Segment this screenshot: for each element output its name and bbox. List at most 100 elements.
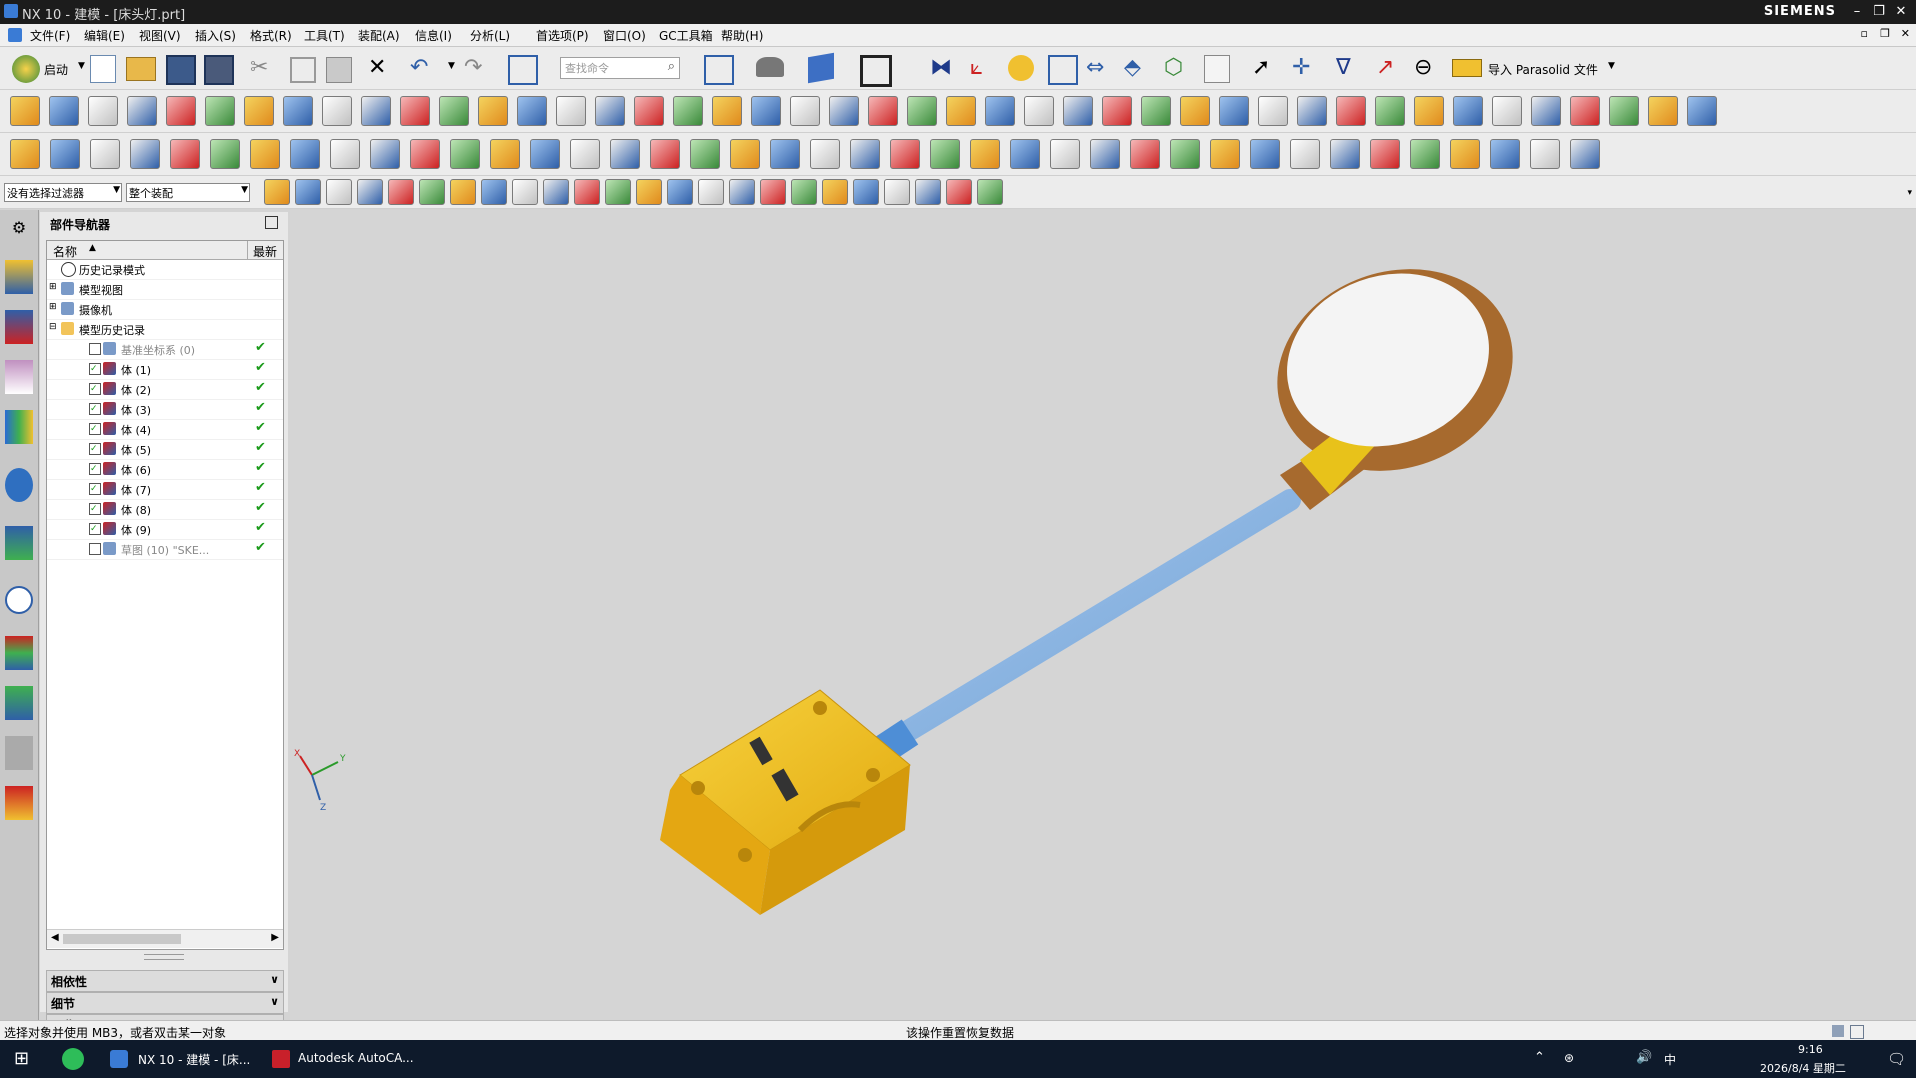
move-object-icon[interactable] <box>1048 55 1078 85</box>
offset-face-icon[interactable] <box>690 139 720 169</box>
cylinder-icon[interactable] <box>210 139 240 169</box>
body-rule-icon[interactable] <box>636 179 662 205</box>
studio-spline-icon[interactable] <box>400 96 430 126</box>
doc-minimize-button[interactable]: ▫ <box>1861 27 1868 40</box>
snap-intersect-icon[interactable] <box>357 179 383 205</box>
array-icon[interactable] <box>50 139 80 169</box>
undo-dropdown-icon[interactable]: ▼ <box>448 61 455 71</box>
volume-icon[interactable]: 🔊 <box>1636 1050 1652 1065</box>
taskbar-app-autocad[interactable]: Autodesk AutoCA... <box>298 1051 414 1065</box>
copy-icon[interactable] <box>290 57 316 83</box>
helix-icon[interactable] <box>1219 96 1249 126</box>
start-label[interactable]: 启动 <box>44 61 68 78</box>
blend-icon[interactable] <box>570 139 600 169</box>
menu-item-8[interactable]: 分析(L) <box>470 27 510 44</box>
visibility-checkbox[interactable]: ✓ <box>89 443 101 455</box>
import-parasolid-label[interactable]: 导入 Parasolid 文件 <box>1488 61 1598 78</box>
snap-control-icon[interactable] <box>326 179 352 205</box>
ruled-icon[interactable] <box>810 139 840 169</box>
ruler-icon[interactable] <box>1452 59 1482 77</box>
snap-mid-icon[interactable] <box>295 179 321 205</box>
box-icon[interactable] <box>330 139 360 169</box>
history-icon[interactable] <box>5 586 33 614</box>
tree-row[interactable]: ✓ 体 (3) ✔ <box>47 399 283 420</box>
through-mesh-icon[interactable] <box>890 139 920 169</box>
menu-item-4[interactable]: 格式(R) <box>250 27 292 44</box>
chevron-down-icon[interactable]: ∨ <box>270 995 279 1008</box>
show-hide-icon[interactable] <box>977 179 1003 205</box>
text-icon[interactable] <box>290 139 320 169</box>
selection-filter-select[interactable]: 没有选择过滤器 ▼ <box>4 183 122 202</box>
groove-icon[interactable] <box>1687 96 1717 126</box>
chevron-down-icon[interactable]: ∨ <box>270 973 279 986</box>
assembly-navigator-icon[interactable] <box>5 310 33 344</box>
table-icon[interactable] <box>1204 55 1230 83</box>
tube-icon[interactable] <box>1453 96 1483 126</box>
tree-row[interactable]: ✓ 体 (4) ✔ <box>47 419 283 440</box>
angle-icon[interactable]: ∇ <box>1336 55 1351 80</box>
extract-curve-icon[interactable] <box>790 96 820 126</box>
snap-end-icon[interactable] <box>264 179 290 205</box>
draft-icon[interactable] <box>530 139 560 169</box>
new-file-icon[interactable] <box>90 55 116 83</box>
tree-row[interactable]: ⊞ 模型视图 <box>47 279 283 300</box>
transform-icon[interactable]: ⇔ <box>1086 55 1104 80</box>
make-corner-icon[interactable] <box>1063 96 1093 126</box>
circle-icon[interactable] <box>205 96 235 126</box>
orient-view-icon[interactable] <box>808 52 834 84</box>
sphere-icon[interactable] <box>370 139 400 169</box>
trim-corner-icon[interactable] <box>985 96 1015 126</box>
shell-icon[interactable] <box>490 139 520 169</box>
render-style-icon[interactable] <box>756 57 784 77</box>
swept-icon[interactable] <box>930 139 960 169</box>
snap-existing-icon[interactable] <box>481 179 507 205</box>
arc-center-icon[interactable] <box>822 179 848 205</box>
offset-in-face-icon[interactable] <box>1102 96 1132 126</box>
minimize-button[interactable]: – <box>1846 3 1868 21</box>
save-icon[interactable] <box>166 55 196 85</box>
network-icon[interactable]: ⊛ <box>1564 1051 1574 1065</box>
intersection-curve-icon[interactable] <box>712 96 742 126</box>
subtract-icon[interactable] <box>170 139 200 169</box>
through-curves-icon[interactable] <box>850 139 880 169</box>
line-icon[interactable] <box>127 96 157 126</box>
fit-view-icon[interactable] <box>704 55 734 85</box>
extension-icon[interactable] <box>1050 139 1080 169</box>
midpoint-icon[interactable] <box>884 179 910 205</box>
search-icon[interactable]: ⌕ <box>668 59 675 74</box>
roles-icon[interactable] <box>5 736 33 770</box>
split-body-icon[interactable] <box>770 139 800 169</box>
plane-icon[interactable] <box>517 96 547 126</box>
snap-on-curve-icon[interactable] <box>450 179 476 205</box>
offset-surface-icon[interactable] <box>1130 139 1160 169</box>
visibility-checkbox[interactable] <box>89 343 101 355</box>
visibility-checkbox[interactable]: ✓ <box>89 403 101 415</box>
tree-row[interactable]: ✓ 体 (7) ✔ <box>47 479 283 500</box>
snap-face-icon[interactable] <box>512 179 538 205</box>
column-latest-header[interactable]: 最新 <box>253 243 277 260</box>
tree-row[interactable]: ⊟ 模型历史记录 <box>47 319 283 340</box>
edit-feature-icon[interactable]: ⬘ <box>1124 55 1141 80</box>
scroll-thumb[interactable] <box>63 934 181 944</box>
revolve-icon[interactable] <box>1375 96 1405 126</box>
collapse-icon[interactable]: ⊟ <box>49 322 57 332</box>
panel-section[interactable]: 相依性 ∨ <box>46 970 284 992</box>
system-scenes-icon[interactable] <box>5 786 33 820</box>
select-icon[interactable] <box>508 55 538 85</box>
offset-region-icon[interactable] <box>1330 139 1360 169</box>
cut-icon[interactable]: ✂ <box>250 55 268 80</box>
part-navigator-icon[interactable] <box>5 260 33 294</box>
face-rule-icon[interactable] <box>605 179 631 205</box>
tree-row[interactable]: 基准坐标系 (0) ✔ <box>47 339 283 360</box>
constraint-navigator-icon[interactable] <box>5 360 33 394</box>
menu-item-5[interactable]: 工具(T) <box>304 27 345 44</box>
law-extension-icon[interactable] <box>1090 139 1120 169</box>
endpoint-icon[interactable] <box>853 179 879 205</box>
status-icon-1[interactable] <box>1832 1025 1844 1037</box>
box-select-icon[interactable] <box>543 179 569 205</box>
sketch-icon[interactable] <box>10 96 40 126</box>
emboss-icon[interactable] <box>1290 139 1320 169</box>
tree-row[interactable]: ✓ 体 (9) ✔ <box>47 519 283 540</box>
lamp-arm[interactable] <box>874 489 1301 756</box>
pocket-icon[interactable] <box>1570 96 1600 126</box>
